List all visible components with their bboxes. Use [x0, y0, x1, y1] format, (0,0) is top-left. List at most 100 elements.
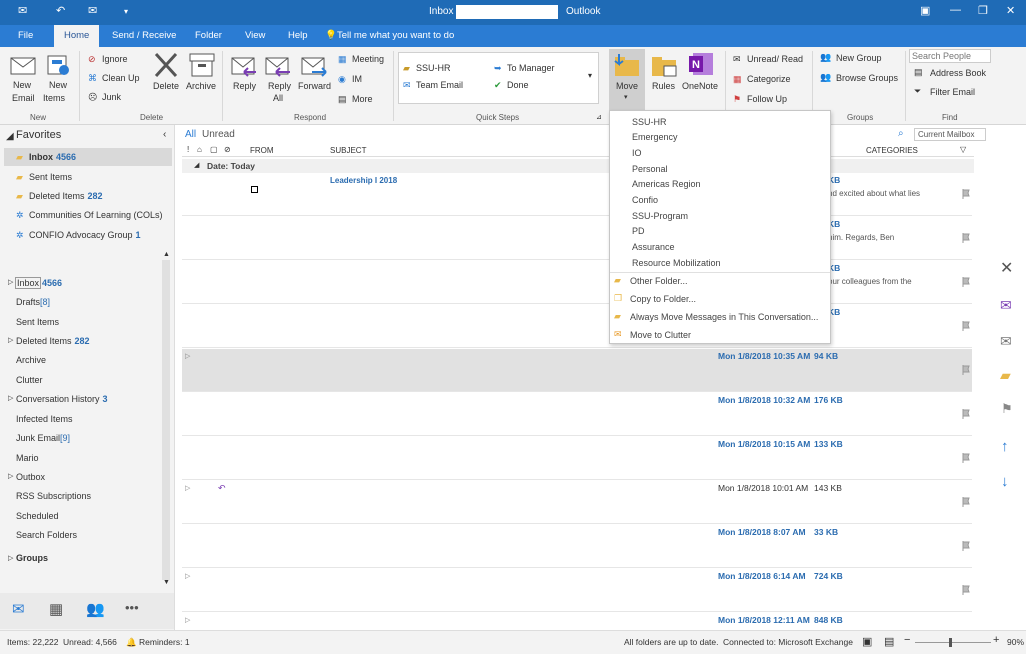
favorites-header[interactable]: Favorites [16, 129, 61, 141]
zoom-slider-thumb[interactable] [949, 638, 952, 647]
flag-icon[interactable] [962, 585, 970, 595]
tell-me-box[interactable]: Tell me what you want to do [337, 30, 454, 41]
move-menu-item-personal[interactable]: Personal [632, 164, 668, 174]
move-menu-item-io[interactable]: IO [632, 148, 642, 158]
column-subject[interactable]: SUBJECT [330, 146, 366, 155]
mail-open-icon[interactable]: ✉ [1000, 333, 1012, 350]
reply-icon[interactable]: ✉ [1000, 297, 1012, 314]
tab-view[interactable]: View [245, 30, 265, 41]
close-window-icon[interactable]: ✕ [1006, 4, 1015, 17]
move-menu-item-assurance[interactable]: Assurance [632, 242, 675, 252]
filter-all-tab[interactable]: All [185, 129, 196, 140]
move-menu-always-move[interactable]: Always Move Messages in This Conversatio… [630, 312, 818, 322]
expand-icon[interactable]: ▷ [8, 472, 13, 480]
folder-groups[interactable]: Groups [16, 553, 48, 563]
table-row[interactable]: ▷ Mon 1/8/2018 12:11 AM 848 KB [182, 613, 972, 630]
table-row[interactable]: KB [182, 305, 972, 348]
table-row[interactable]: ▷ Mon 1/8/2018 6:14 AM 724 KB [182, 569, 972, 612]
folder-inbox[interactable]: Inbox [15, 277, 42, 289]
filter-email-button[interactable]: Filter Email [930, 87, 975, 97]
flag-icon[interactable] [962, 189, 970, 199]
favorite-communities[interactable]: Communities Of Learning (COLs) [29, 210, 163, 220]
normal-view-icon[interactable]: ▣ [862, 635, 872, 648]
flag-icon[interactable] [962, 453, 970, 463]
table-row-selected[interactable]: ▷ Mon 1/8/2018 10:35 AM 94 KB [182, 349, 972, 392]
minimize-icon[interactable]: — [950, 4, 961, 16]
new-email-label-1[interactable]: New [13, 80, 31, 90]
zoom-slider[interactable] [915, 642, 991, 643]
group-header[interactable]: ◢ Date: Today [182, 159, 974, 173]
move-button[interactable]: Move [616, 81, 638, 91]
nav-scrollbar[interactable] [162, 260, 170, 580]
new-items-label-2[interactable]: Items [43, 93, 65, 103]
categorize-button[interactable]: Categorize [747, 74, 791, 84]
follow-up-button[interactable]: Follow Up [747, 94, 787, 104]
tab-folder[interactable]: Folder [195, 30, 222, 41]
mail-module-icon[interactable]: ✉ [12, 600, 25, 618]
status-reminders[interactable]: Reminders: 1 [139, 637, 190, 647]
move-menu-item-resource-mobilization[interactable]: Resource Mobilization [632, 258, 721, 268]
table-row[interactable]: Mon 1/8/2018 8:07 AM 33 KB [182, 525, 972, 568]
folder-mario[interactable]: Mario [16, 453, 39, 463]
previous-arrow-icon[interactable]: ↑ [1001, 438, 1009, 455]
folder-conversation-history[interactable]: Conversation History 3 [16, 394, 108, 404]
scroll-up-icon[interactable]: ▲ [163, 251, 170, 258]
expand-icon[interactable]: ▷ [8, 278, 13, 286]
attachment-column-icon[interactable]: ⊘ [224, 145, 231, 154]
ribbon-display-icon[interactable]: ▣ [920, 4, 930, 17]
expand-icon[interactable]: ▷ [8, 394, 13, 402]
zoom-in-icon[interactable]: + [993, 634, 999, 646]
next-arrow-icon[interactable]: ↓ [1001, 473, 1009, 490]
table-row[interactable]: KB him. Regards, Ben [182, 217, 972, 260]
folder-drafts[interactable]: Drafts[8] [16, 297, 50, 307]
more-modules-icon[interactable]: ••• [125, 600, 139, 615]
tab-send-receive[interactable]: Send / Receive [112, 30, 176, 41]
flag-icon[interactable] [962, 321, 970, 331]
new-email-label-2[interactable]: Email [12, 93, 35, 103]
move-menu-item-ssu-program[interactable]: SSU-Program [632, 211, 688, 221]
flag-icon[interactable]: ⚑ [1001, 401, 1013, 417]
table-row[interactable]: Mon 1/8/2018 10:15 AM 133 KB [182, 437, 972, 480]
im-button[interactable]: IM [352, 74, 362, 84]
quick-step-team-email[interactable]: Team Email [416, 80, 463, 90]
zoom-out-icon[interactable]: − [904, 634, 910, 646]
table-row[interactable]: ▷ ↶ Mon 1/8/2018 10:01 AM 143 KB [182, 481, 972, 524]
people-module-icon[interactable]: 👥 [86, 600, 105, 618]
favorite-sent-items[interactable]: Sent Items [29, 172, 72, 182]
flag-icon[interactable] [962, 365, 970, 375]
send-receive-icon[interactable]: ✉ [88, 4, 97, 17]
move-menu-move-to-clutter[interactable]: Move to Clutter [630, 330, 691, 340]
reading-view-icon[interactable]: ▤ [884, 635, 894, 648]
folder-deleted-items[interactable]: Deleted Items 282 [16, 336, 90, 346]
flag-icon[interactable] [962, 409, 970, 419]
tab-home[interactable]: Home [54, 25, 100, 47]
reply-all-label-1[interactable]: Reply [268, 81, 291, 91]
restore-icon[interactable]: ❐ [978, 4, 988, 17]
folder-infected-items[interactable]: Infected Items [16, 414, 73, 424]
folder-junk-email[interactable]: Junk Email[9] [16, 433, 70, 443]
favorite-confio[interactable]: CONFIO Advocacy Group 1 [29, 230, 141, 240]
ignore-button[interactable]: Ignore [102, 54, 128, 64]
archive-button[interactable]: Archive [186, 81, 216, 91]
flag-column-icon[interactable]: ▽ [960, 145, 966, 154]
folder-search-folders[interactable]: Search Folders [16, 530, 77, 540]
delete-icon[interactable]: ✕ [1000, 258, 1013, 278]
undo-icon[interactable]: ↶ [56, 4, 65, 17]
unread-read-button[interactable]: Unread/ Read [747, 54, 803, 64]
tab-file[interactable]: File [18, 30, 33, 41]
more-button[interactable]: More [352, 94, 373, 104]
quick-steps-more-icon[interactable]: ▾ [588, 71, 592, 80]
expand-conversation-icon[interactable]: ▷ [185, 616, 190, 624]
folder-clutter[interactable]: Clutter [16, 375, 43, 385]
expand-icon[interactable]: ▷ [8, 554, 13, 562]
folder-rss[interactable]: RSS Subscriptions [16, 491, 91, 501]
move-folder-icon[interactable]: ▰ [1000, 367, 1011, 384]
flag-icon[interactable] [962, 497, 970, 507]
flag-icon[interactable] [962, 541, 970, 551]
folder-scheduled[interactable]: Scheduled [16, 511, 59, 521]
flag-icon[interactable] [962, 233, 970, 243]
scroll-down-icon[interactable]: ▼ [163, 579, 170, 586]
forward-button[interactable]: Forward [298, 81, 331, 91]
reminder-column-icon[interactable]: ⌂ [197, 145, 202, 154]
search-icon[interactable]: ⌕ [898, 128, 904, 139]
